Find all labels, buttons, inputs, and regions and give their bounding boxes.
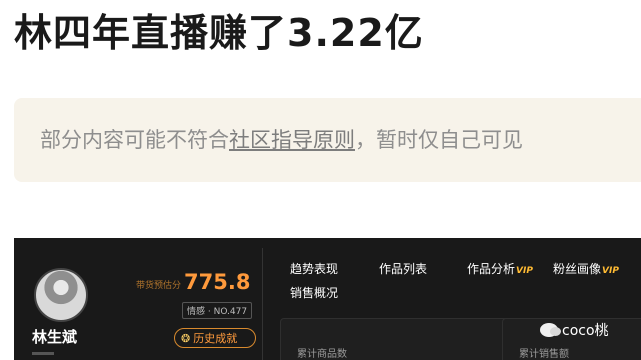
avatar bbox=[34, 268, 88, 322]
wechat-icon bbox=[540, 323, 561, 337]
tab-fan-profile[interactable]: 粉丝画像VIP bbox=[553, 260, 619, 277]
tab-trend-label: 趋势表现 bbox=[290, 262, 339, 276]
visibility-notice: 部分内容可能不符合社区指导原则，暂时仅自己可见 bbox=[14, 98, 641, 182]
tab-works-list[interactable]: 作品列表 bbox=[379, 260, 427, 277]
watermark-text: coco桃 bbox=[562, 323, 609, 339]
card-total-products-label: 累计商品数 bbox=[297, 349, 347, 360]
embedded-dashboard-screenshot: 林生斌 带货预估分 775.8 情感 · NO.477 ❂ 历史成就 趋势表现 作… bbox=[14, 238, 641, 360]
subtab-sales-overview-label: 销售概况 bbox=[290, 286, 339, 300]
name-underline bbox=[32, 352, 54, 355]
watermark: coco桃 bbox=[540, 320, 609, 340]
tab-trend[interactable]: 趋势表现 bbox=[290, 260, 338, 277]
card-total-sales-label: 累计销售额 bbox=[519, 349, 569, 360]
history-achievements-button[interactable]: ❂ 历史成就 bbox=[174, 328, 256, 348]
page-headline: 林四年直播赚了3.22亿 bbox=[14, 11, 424, 55]
streamer-name: 林生斌 bbox=[32, 328, 78, 346]
score-label: 带货预估分 bbox=[136, 281, 182, 291]
history-label: 历史成就 bbox=[193, 332, 238, 345]
notice-text: 部分内容可能不符合社区指导原则，暂时仅自己可见 bbox=[40, 125, 523, 155]
tab-works-analysis[interactable]: 作品分析VIP bbox=[467, 260, 533, 277]
tab-works-analysis-label: 作品分析 bbox=[467, 262, 516, 276]
notice-prefix: 部分内容可能不符合 bbox=[40, 128, 229, 152]
subtab-sales-overview[interactable]: 销售概况 bbox=[290, 284, 338, 301]
tab-works-list-label: 作品列表 bbox=[379, 262, 428, 276]
tab-fan-profile-label: 粉丝画像 bbox=[553, 262, 602, 276]
card-total-products: 累计商品数 bbox=[280, 318, 510, 360]
vip-badge: VIP bbox=[602, 266, 619, 276]
community-guidelines-link[interactable]: 社区指导原则 bbox=[229, 128, 355, 152]
notice-suffix: ，暂时仅自己可见 bbox=[355, 128, 523, 152]
panel-divider bbox=[262, 248, 263, 360]
medal-icon: ❂ bbox=[181, 332, 191, 345]
vip-badge: VIP bbox=[516, 266, 533, 276]
score-value: 775.8 bbox=[184, 270, 251, 294]
rank-badge: 情感 · NO.477 bbox=[182, 302, 253, 319]
